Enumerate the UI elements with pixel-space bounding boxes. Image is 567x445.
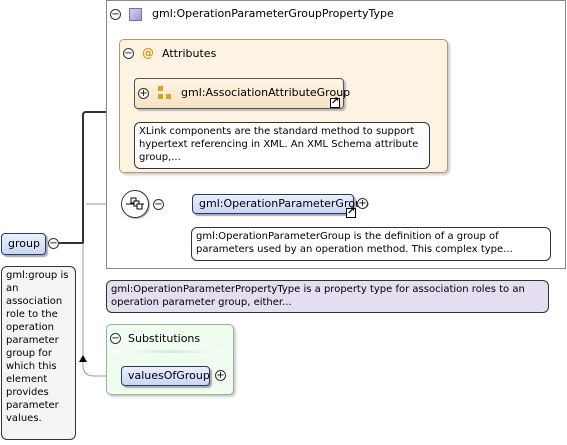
root-collapse-toggle[interactable]: −	[48, 238, 59, 249]
type-collapse-toggle[interactable]: −	[110, 9, 121, 20]
attributes-collapse-toggle[interactable]: −	[123, 48, 134, 59]
root-to-type-connector	[59, 111, 107, 244]
substitution-expand-toggle[interactable]: +	[215, 370, 226, 381]
attribute-group-doc: XLink components are the standard method…	[134, 122, 430, 169]
attribute-group-name: gml:AssociationAttributeGroup	[181, 86, 351, 99]
element-link-icon[interactable]	[346, 206, 356, 218]
root-element-name: group	[8, 237, 40, 250]
attribute-at-icon: @	[142, 46, 154, 60]
substitutions-label: Substitutions	[128, 332, 201, 345]
sequence-compositor[interactable]	[121, 190, 149, 218]
substitutions-collapse-toggle[interactable]: −	[110, 333, 121, 344]
attributes-label: Attributes	[162, 47, 217, 60]
element-operation-parameter-group[interactable]: gml:OperationParameterGroup	[192, 194, 369, 214]
substitution-item-name: valuesOfGroup	[128, 369, 210, 382]
attribute-group-expand-toggle[interactable]: +	[138, 88, 149, 99]
root-element-group[interactable]: group	[1, 233, 46, 255]
sequence-collapse-toggle[interactable]: −	[153, 199, 164, 210]
element-name: gml:OperationParameterGroup	[199, 197, 369, 210]
root-element-doc: gml:group is an association role to the …	[1, 266, 76, 440]
attribute-group-link-icon[interactable]	[330, 96, 340, 108]
complex-type-doc: gml:OperationParameterPropertyType is a …	[106, 280, 549, 313]
attribute-group-icon	[158, 86, 172, 100]
substitution-item-values-of-group[interactable]: valuesOfGroup	[121, 366, 210, 386]
complex-type-icon	[129, 8, 142, 21]
complex-type-title: gml:OperationParameterGroupPropertyType	[152, 7, 394, 20]
arrow-marker	[79, 355, 87, 362]
element-doc: gml:OperationParameterGroup is the defin…	[191, 227, 551, 261]
sequence-icon	[126, 197, 144, 210]
element-expand-toggle[interactable]: +	[357, 198, 368, 209]
substitutions-divider	[113, 350, 227, 353]
